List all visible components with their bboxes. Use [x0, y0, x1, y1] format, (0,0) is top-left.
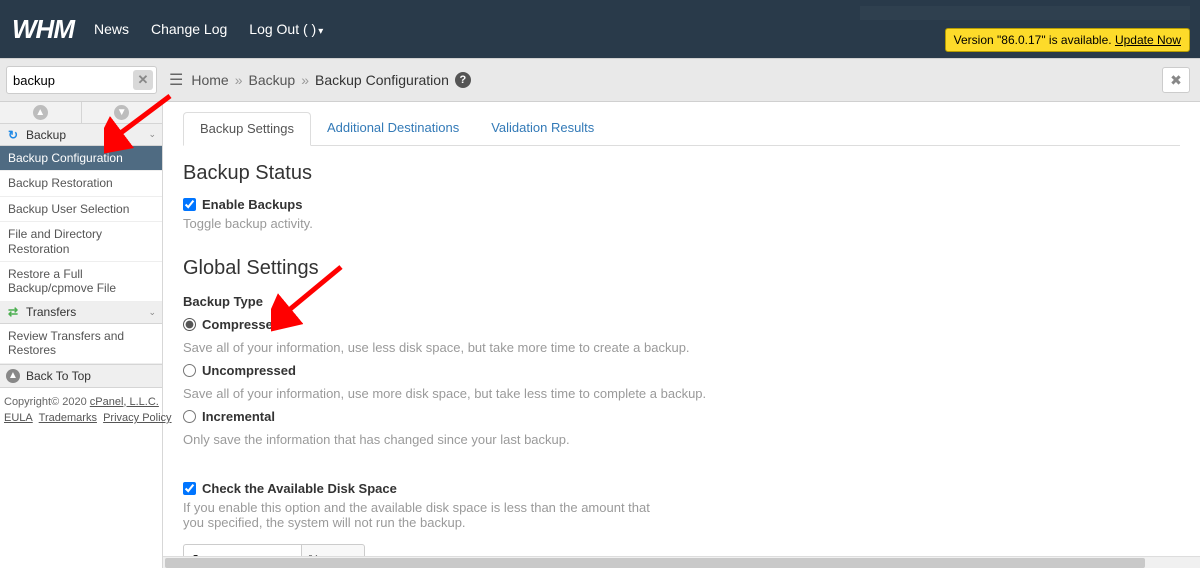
- arrow-up-icon: ▲: [33, 105, 48, 120]
- sidebar-item-backup-config[interactable]: Backup Configuration: [0, 146, 162, 171]
- disk-threshold-input[interactable]: [183, 544, 301, 556]
- list-icon[interactable]: ☰: [169, 70, 183, 90]
- content-scroll[interactable]: Backup Settings Additional Destinations …: [163, 102, 1200, 556]
- tab-backup-settings[interactable]: Backup Settings: [183, 112, 311, 146]
- sidebar-group-transfers-label: Transfers: [26, 305, 76, 319]
- sidebar-item-file-restore[interactable]: File and Directory Restoration: [0, 222, 162, 262]
- privacy-link[interactable]: Privacy Policy: [103, 412, 171, 424]
- breadcrumb-sep: »: [295, 72, 315, 88]
- radio-compressed: Compressed Save all of your information,…: [183, 317, 1180, 355]
- whm-logo: WHM: [0, 14, 94, 45]
- sidebar-item-review-transfers[interactable]: Review Transfers and Restores: [0, 324, 162, 364]
- radio-compressed-label[interactable]: Compressed: [183, 317, 281, 332]
- sidebar: ▲ ▼ ↻ Backup ⌄ Backup Configuration Back…: [0, 102, 163, 568]
- radio-incremental-input[interactable]: [183, 410, 196, 423]
- disk-unit-select[interactable]: % ▼: [301, 544, 365, 556]
- enable-backups-row: Enable Backups: [183, 197, 1180, 212]
- breadcrumb-backup[interactable]: Backup: [249, 72, 296, 88]
- sidebar-backup-list: Backup Configuration Backup Restoration …: [0, 146, 162, 302]
- body: ▲ ▼ ↻ Backup ⌄ Backup Configuration Back…: [0, 102, 1200, 568]
- search-clear-icon[interactable]: ✕: [133, 70, 153, 90]
- sidebar-collapse-down[interactable]: ▼: [82, 102, 163, 123]
- compressed-help: Save all of your information, use less d…: [183, 340, 1180, 355]
- cpanel-link[interactable]: cPanel, L.L.C.: [90, 396, 159, 408]
- update-banner: Version "86.0.17" is available. Update N…: [945, 28, 1190, 52]
- sidebar-group-transfers[interactable]: ⇄ Transfers ⌄: [0, 302, 162, 324]
- sidebar-collapse-row: ▲ ▼: [0, 102, 162, 124]
- sidebar-search-wrap: ✕: [0, 60, 163, 100]
- chevron-down-icon: ⌄: [148, 307, 156, 318]
- global-settings-heading: Global Settings: [183, 257, 1180, 280]
- uncompressed-help: Save all of your information, use more d…: [183, 386, 1180, 401]
- sidebar-collapse-up[interactable]: ▲: [0, 102, 82, 123]
- sidebar-item-backup-restore[interactable]: Backup Restoration: [0, 171, 162, 196]
- backup-type-label: Backup Type: [183, 294, 1180, 309]
- main: Backup Settings Additional Destinations …: [163, 102, 1200, 568]
- radio-uncompressed-label[interactable]: Uncompressed: [183, 363, 296, 378]
- enable-backups-label: Enable Backups: [202, 197, 302, 212]
- tab-additional-destinations[interactable]: Additional Destinations: [311, 112, 475, 145]
- chevron-down-icon: ⌄: [148, 129, 156, 140]
- check-disk-checkbox[interactable]: [183, 482, 196, 495]
- help-icon[interactable]: ?: [455, 72, 471, 88]
- scrollbar-thumb[interactable]: [165, 558, 1145, 568]
- compressed-text: Compressed: [202, 317, 281, 332]
- trademarks-link[interactable]: Trademarks: [39, 412, 97, 424]
- check-disk-label: Check the Available Disk Space: [202, 481, 397, 496]
- sidebar-item-full-restore[interactable]: Restore a Full Backup/cpmove File: [0, 262, 162, 302]
- sidebar-footer: Copyright© 2020 cPanel, L.L.C. EULA Trad…: [0, 388, 162, 433]
- tab-validation-results[interactable]: Validation Results: [475, 112, 610, 145]
- sidebar-item-backup-user[interactable]: Backup User Selection: [0, 197, 162, 222]
- top-header: WHM News Change Log Log Out ( )▾ Version…: [0, 0, 1200, 58]
- backup-status-heading: Backup Status: [183, 162, 1180, 185]
- enable-backups-checkbox[interactable]: [183, 198, 196, 211]
- back-to-top-label: Back To Top: [26, 369, 91, 383]
- breadcrumb-home[interactable]: Home: [191, 72, 228, 88]
- radio-compressed-input[interactable]: [183, 318, 196, 331]
- nav-news[interactable]: News: [94, 21, 129, 37]
- radio-incremental: Incremental Only save the information th…: [183, 409, 1180, 447]
- breadcrumb-current: Backup Configuration: [315, 72, 449, 88]
- sidebar-group-backup[interactable]: ↻ Backup ⌄: [0, 124, 162, 146]
- uncompressed-text: Uncompressed: [202, 363, 296, 378]
- horizontal-scrollbar[interactable]: [163, 556, 1200, 568]
- sidebar-group-backup-label: Backup: [26, 128, 66, 142]
- incremental-text: Incremental: [202, 409, 275, 424]
- transfer-icon: ⇄: [6, 305, 20, 319]
- toolbar: ✕ ☰ Home » Backup » Backup Configuration…: [0, 58, 1200, 102]
- radio-uncompressed: Uncompressed Save all of your informatio…: [183, 363, 1180, 401]
- copyright-text: Copyright© 2020: [4, 396, 90, 408]
- refresh-icon: ↻: [6, 128, 20, 142]
- caret-down-icon: ▾: [318, 26, 323, 37]
- disk-space-block: Check the Available Disk Space If you en…: [183, 481, 1180, 556]
- nav-logout[interactable]: Log Out ( )▾: [249, 21, 323, 37]
- header-blur: [860, 6, 1190, 20]
- back-to-top[interactable]: ▲ Back To Top: [0, 364, 162, 388]
- nav-changelog[interactable]: Change Log: [151, 21, 227, 37]
- tabbar: Backup Settings Additional Destinations …: [183, 112, 1180, 146]
- arrow-down-icon: ▼: [114, 105, 129, 120]
- nav-logout-label: Log Out ( ): [249, 21, 316, 37]
- enable-backups-help: Toggle backup activity.: [183, 216, 1180, 231]
- update-now-link[interactable]: Update Now: [1115, 33, 1181, 47]
- sidebar-transfers-list: Review Transfers and Restores: [0, 324, 162, 364]
- check-disk-help: If you enable this option and the availa…: [183, 500, 663, 530]
- disk-input-group: % ▼: [183, 544, 1180, 556]
- arrow-up-icon: ▲: [6, 369, 20, 383]
- top-nav: News Change Log Log Out ( )▾: [94, 21, 323, 37]
- radio-uncompressed-input[interactable]: [183, 364, 196, 377]
- update-banner-text: Version "86.0.17" is available.: [954, 33, 1115, 47]
- incremental-help: Only save the information that has chang…: [183, 432, 1180, 447]
- breadcrumb-sep: »: [229, 72, 249, 88]
- eula-link[interactable]: EULA: [4, 412, 33, 424]
- breadcrumb: ☰ Home » Backup » Backup Configuration ?: [163, 70, 1162, 90]
- radio-incremental-label[interactable]: Incremental: [183, 409, 275, 424]
- close-panel-icon[interactable]: ✖: [1162, 67, 1190, 93]
